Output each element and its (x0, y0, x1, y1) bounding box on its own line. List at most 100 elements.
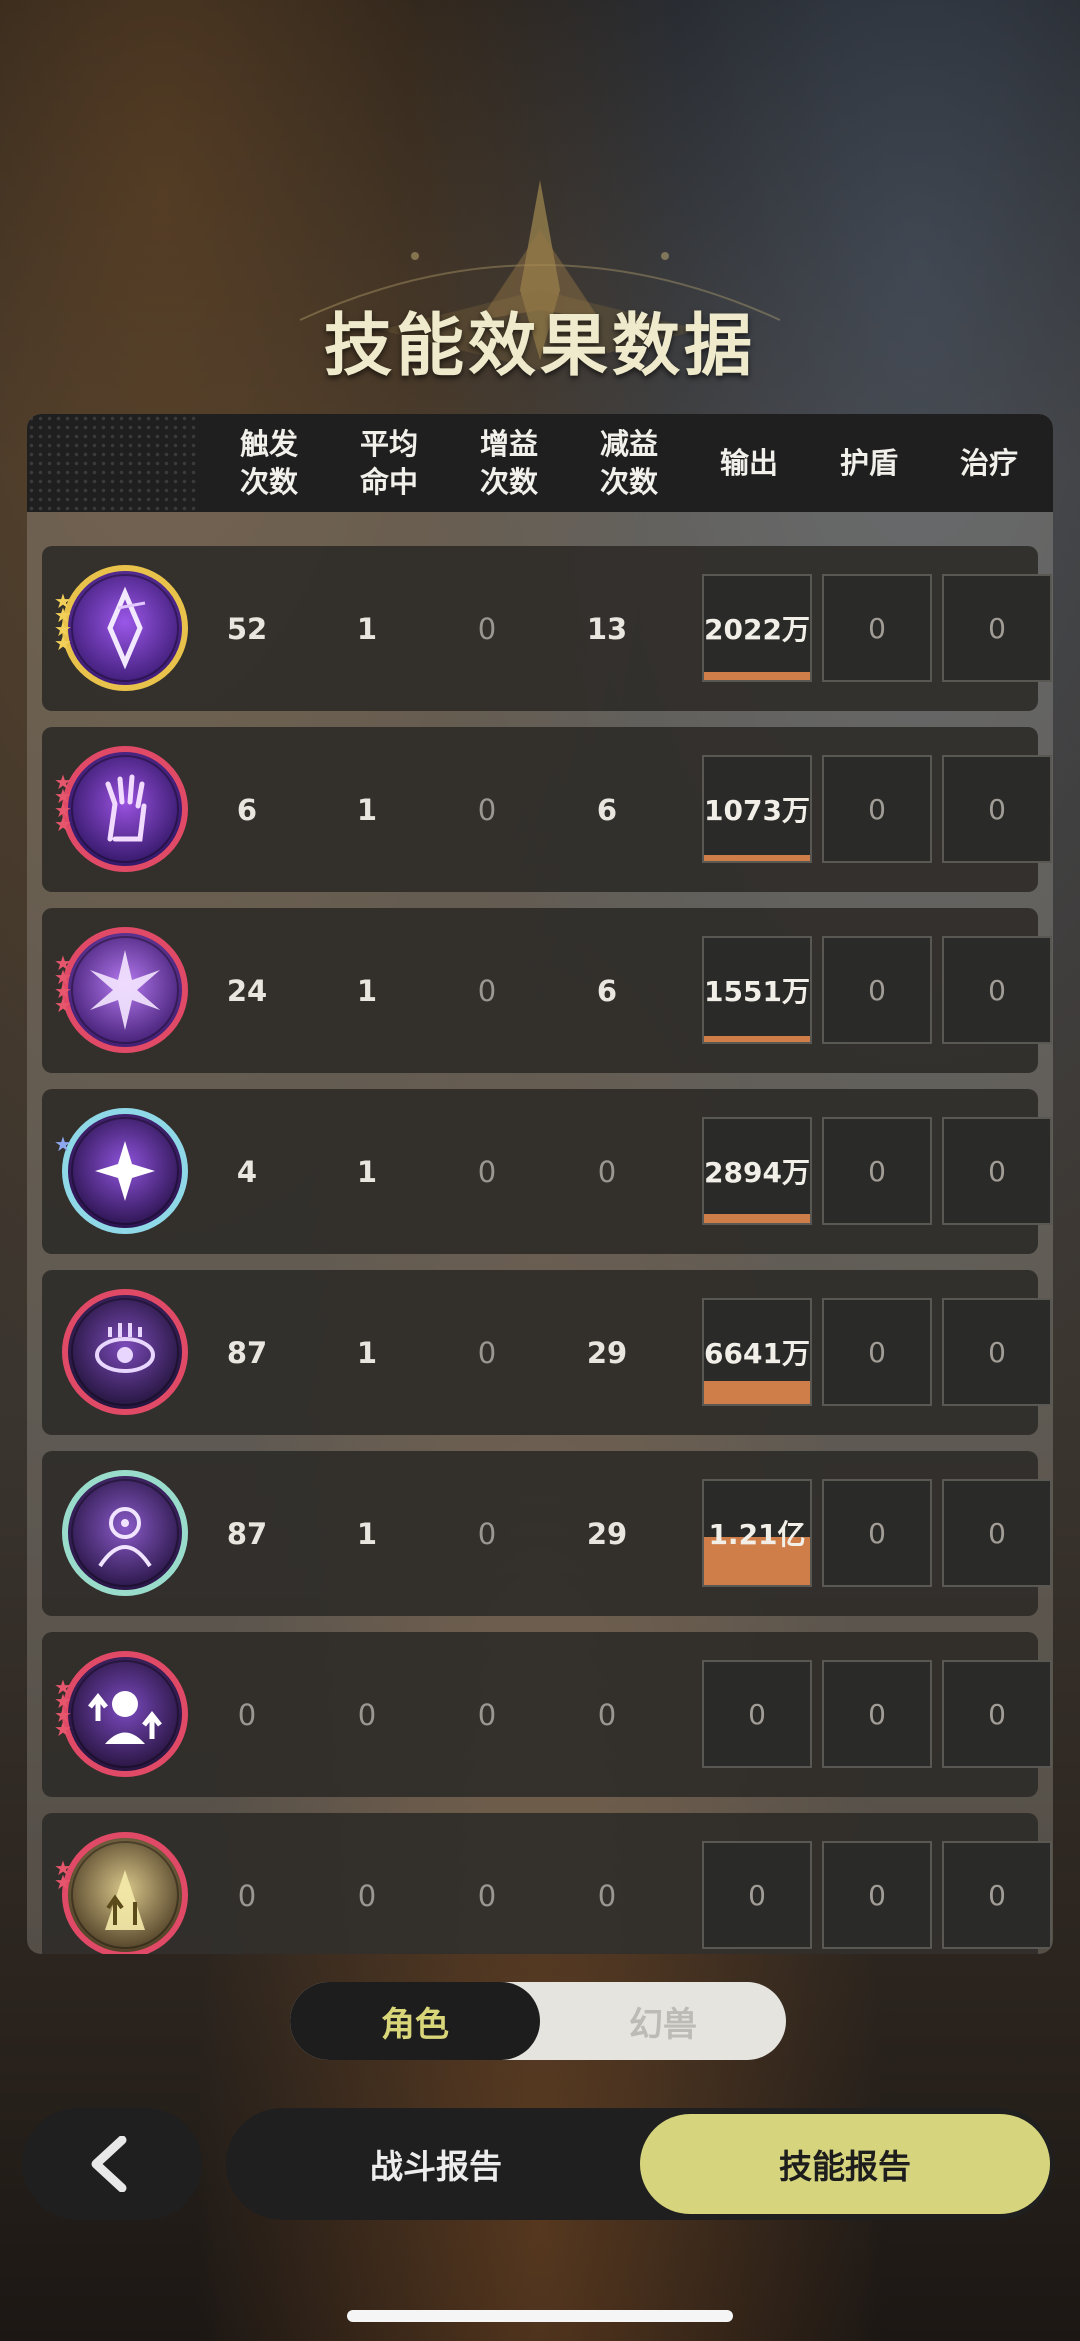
skill-row[interactable]: ★ ★ ★ ★ 52 1 0 13 2022万 0 0 (42, 546, 1052, 711)
heal-cell: 0 (942, 1479, 1052, 1587)
star-icon: ★ (54, 1717, 72, 1741)
buff-count: 0 (477, 1878, 497, 1913)
heal-cell: 0 (942, 1298, 1052, 1406)
buff-count: 0 (477, 1154, 497, 1189)
table-header: 触发 次数 平均 命中 增益 次数 减益 次数 输出 护盾 治疗 (27, 414, 1053, 512)
avg-hit: 1 (356, 973, 378, 1008)
shield-cell: 0 (822, 1117, 932, 1225)
output-cell: 0 (702, 1660, 812, 1768)
skill-row[interactable]: ★ ★ 0 0 0 0 0 0 0 (42, 1813, 1052, 1954)
battle-report-tab[interactable]: 战斗报告 (226, 2108, 646, 2220)
home-indicator[interactable] (347, 2310, 733, 2322)
heal-cell: 0 (942, 1660, 1052, 1768)
star-rating: ★ (54, 1134, 80, 1154)
role-beast-toggle[interactable]: 角色 幻兽 (290, 1982, 786, 2060)
output-cell: 6641万 (702, 1298, 812, 1406)
shield-cell-value: 0 (868, 611, 886, 645)
heal-cell: 0 (942, 936, 1052, 1044)
trigger-count: 6 (236, 792, 258, 827)
output-cell: 1.21亿 (702, 1479, 812, 1587)
heal-cell-value: 0 (988, 611, 1006, 645)
trigger-count: 4 (236, 1154, 258, 1189)
output-cell: 1073万 (702, 755, 812, 863)
output-bar (704, 1036, 810, 1042)
shield-cell-value: 0 (868, 1878, 886, 1912)
star-icon: ★ (54, 812, 72, 836)
heal-cell: 0 (942, 755, 1052, 863)
skill-row[interactable]: 87 1 0 29 1.21亿 0 0 (42, 1451, 1052, 1616)
trigger-count: 52 (226, 611, 268, 646)
trigger-count: 87 (226, 1516, 268, 1551)
header-pattern (27, 414, 197, 512)
title-banner: 技能效果数据 (0, 170, 1080, 400)
toggle-role[interactable]: 角色 (290, 1982, 540, 2060)
col-heal: 治疗 (959, 446, 1018, 480)
veiled-figure-skill-icon (60, 1468, 190, 1598)
heal-cell: 0 (942, 1841, 1052, 1949)
avg-hit: 1 (356, 1516, 378, 1551)
golden-light-skill-icon (60, 1830, 190, 1954)
buff-count: 0 (477, 611, 497, 646)
toggle-beast[interactable]: 幻兽 (540, 1982, 786, 2060)
shield-cell-value: 0 (868, 792, 886, 826)
shield-cell: 0 (822, 755, 932, 863)
avg-hit: 1 (356, 1154, 378, 1189)
avg-hit: 0 (357, 1697, 377, 1732)
output-cell-value: 0 (748, 1878, 766, 1912)
skill-row[interactable]: ★ 4 1 0 0 2894万 0 0 (42, 1089, 1052, 1254)
output-cell-value: 2894万 (704, 1156, 810, 1189)
buff-count: 0 (477, 792, 497, 827)
star-icon: ★ (54, 631, 72, 655)
skill-row[interactable]: 87 1 0 29 6641万 0 0 (42, 1270, 1052, 1435)
skill-data-panel[interactable]: 触发 次数 平均 命中 增益 次数 减益 次数 输出 护盾 治疗 ★ ★ ★ ★ 52 1 0 13 2… (27, 414, 1053, 1954)
shield-cell-value: 0 (868, 1516, 886, 1550)
page-title: 技能效果数据 (323, 307, 756, 386)
skill-report-tab[interactable]: 技能报告 (640, 2114, 1050, 2214)
output-bar (704, 672, 810, 680)
avg-hit: 1 (356, 611, 378, 646)
star-rating: ★ ★ ★ ★ (54, 772, 80, 836)
output-cell-value: 1551万 (704, 975, 810, 1008)
buff-count: 0 (477, 1516, 497, 1551)
col-shield: 护盾 (839, 446, 898, 480)
col-trigger-count: 触发 次数 (239, 427, 298, 499)
debuff-count: 0 (597, 1878, 617, 1913)
back-arrow-icon (91, 2136, 127, 2192)
skill-row[interactable]: ★ ★ ★ ★ 6 1 0 6 1073万 0 0 (42, 727, 1052, 892)
output-bar (704, 855, 810, 861)
buff-count: 0 (477, 1335, 497, 1370)
output-bar (704, 1381, 810, 1404)
shield-cell-value: 0 (868, 1154, 886, 1188)
shield-cell: 0 (822, 936, 932, 1044)
shield-cell-value: 0 (868, 1335, 886, 1369)
skill-row[interactable]: ★ ★ ★ ★ 24 1 0 6 1551万 0 0 (42, 908, 1052, 1073)
output-cell: 1551万 (702, 936, 812, 1044)
star-icon: ★ (54, 1870, 72, 1894)
heal-cell-value: 0 (988, 1878, 1006, 1912)
heal-cell-value: 0 (988, 1335, 1006, 1369)
output-bar (704, 1214, 810, 1223)
heal-cell: 0 (942, 574, 1052, 682)
output-cell-value: 1.21亿 (708, 1518, 806, 1551)
debuff-count: 6 (596, 973, 618, 1008)
col-buff-count: 增益 次数 (479, 427, 538, 499)
heal-cell-value: 0 (988, 973, 1006, 1007)
debuff-count: 0 (597, 1154, 617, 1189)
star-rating: ★ ★ ★ ★ (54, 953, 80, 1015)
star-rating: ★ ★ (54, 1858, 80, 1894)
output-cell-value: 1073万 (704, 794, 810, 827)
heal-cell-value: 0 (988, 1516, 1006, 1550)
shield-cell: 0 (822, 1479, 932, 1587)
debuff-count: 6 (596, 792, 618, 827)
back-button[interactable] (22, 2108, 202, 2220)
col-avg-hit: 平均 命中 (359, 427, 418, 499)
report-tabs: 战斗报告 技能报告 (226, 2108, 1054, 2220)
heal-cell-value: 0 (988, 792, 1006, 826)
col-output: 输出 (719, 446, 778, 480)
debuff-count: 29 (586, 1335, 628, 1370)
shield-cell-value: 0 (868, 1697, 886, 1731)
debuff-count: 29 (586, 1516, 628, 1551)
skill-row[interactable]: ★ ★ ★ ★ 0 0 0 0 0 0 0 (42, 1632, 1052, 1797)
trigger-count: 87 (226, 1335, 268, 1370)
col-debuff-count: 减益 次数 (599, 427, 658, 499)
